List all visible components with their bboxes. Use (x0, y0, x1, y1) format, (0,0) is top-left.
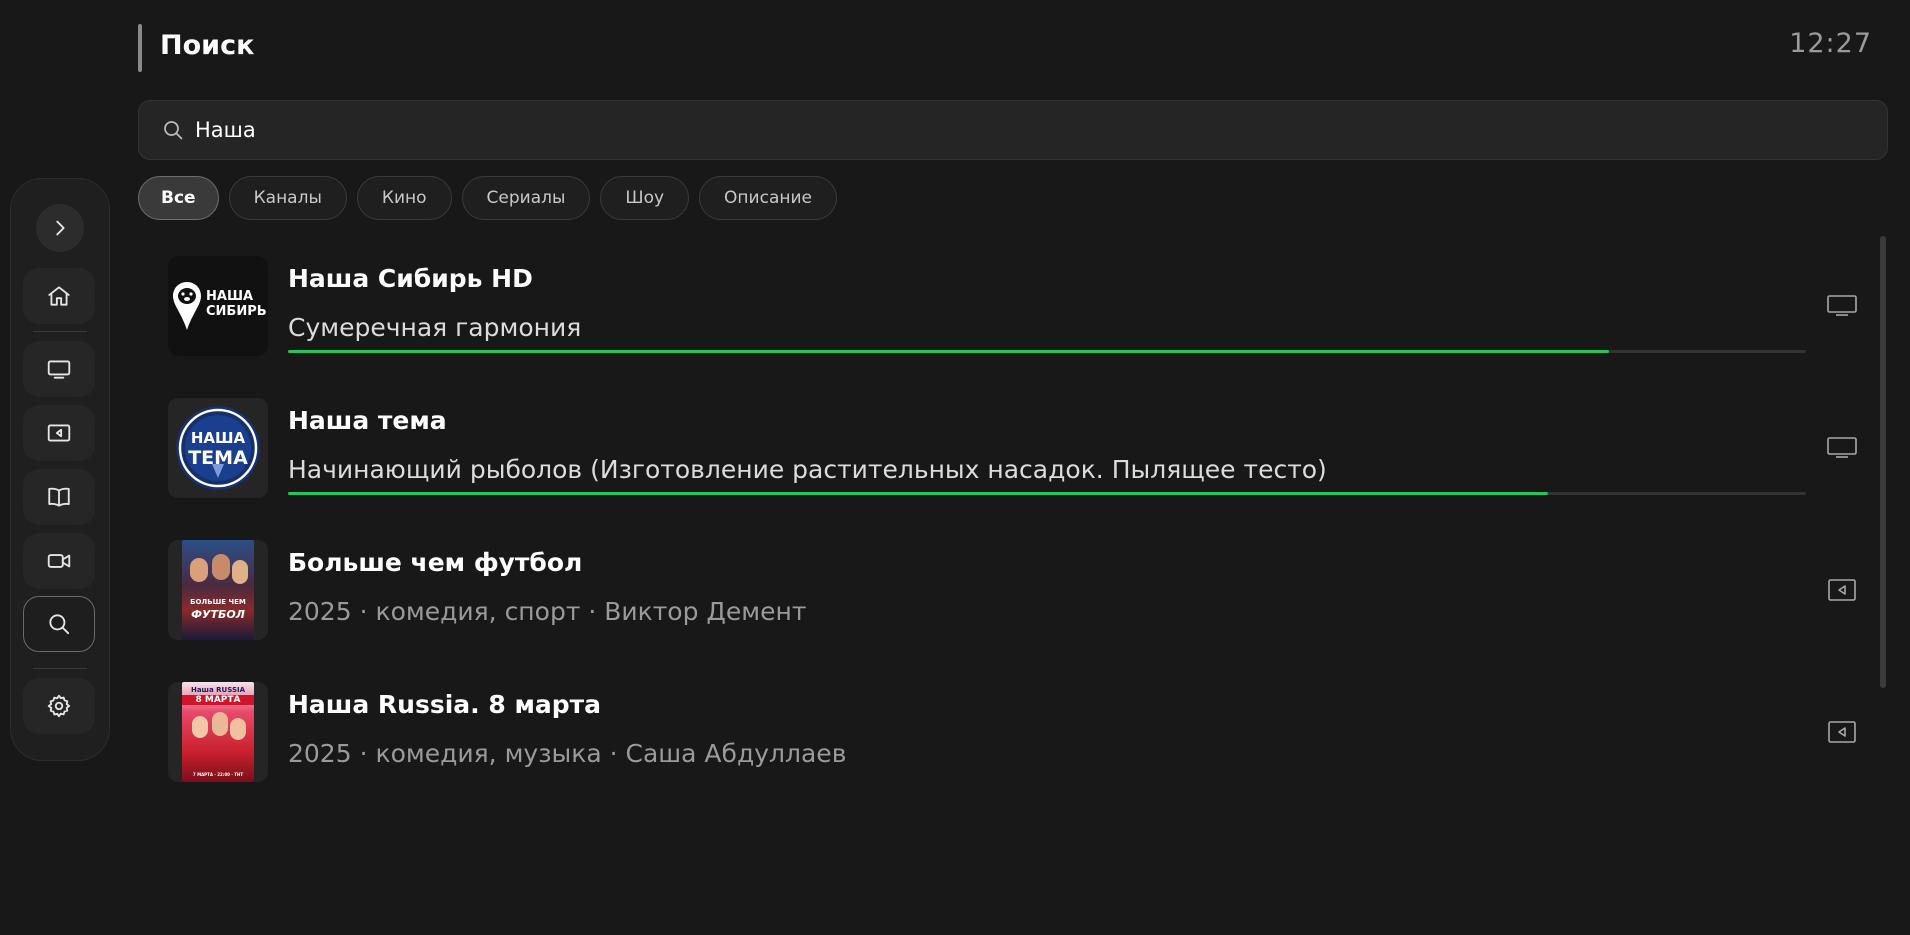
result-title: Наша Сибирь HD (288, 264, 533, 293)
tv-icon (47, 360, 71, 379)
scrollbar[interactable] (1880, 236, 1886, 688)
filter-chip-shows[interactable]: Шоу (600, 176, 690, 220)
result-item[interactable]: НАША СИБИРЬ Наша Сибирь HD Сумеречная га… (168, 256, 1868, 356)
result-item[interactable]: Наша RUSSIA 8 МАРТА 7 МАРТА · 22:00 · ТН… (168, 682, 1868, 782)
logo-text: СИБИРЬ (206, 304, 267, 319)
filter-chip-series[interactable]: Сериалы (461, 176, 591, 220)
chevron-right-icon (56, 220, 65, 236)
channel-logo: НАША СИБИРЬ (168, 256, 268, 356)
filter-chips: Все Каналы Кино Сериалы Шоу Описание (138, 176, 837, 220)
result-title: Больше чем футбол (288, 548, 583, 577)
sidebar-item-settings[interactable] (23, 678, 95, 734)
poster-text: Наша RUSSIA (190, 686, 246, 694)
app-window: Поиск 12:27 Все Каналы Кино Сериалы Шоу … (0, 0, 1910, 935)
progress-fill (288, 350, 1609, 353)
result-title: Наша тема (288, 406, 447, 435)
poster-text: БОЛЬШЕ ЧЕМ (190, 598, 246, 606)
filter-chip-movies[interactable]: Кино (356, 176, 452, 220)
poster-text: 7 МАРТА · 22:00 · ТНТ (192, 772, 244, 777)
search-input[interactable] (195, 101, 1845, 159)
channel-logo: НАША ТЕМА (168, 398, 268, 498)
clock: 12:27 (1789, 28, 1872, 59)
logo-text: НАША (206, 289, 254, 304)
result-item[interactable]: НАША ТЕМА Наша тема Начинающий рыболов (… (168, 398, 1868, 498)
movie-poster: Наша RUSSIA 8 МАРТА 7 МАРТА · 22:00 · ТН… (168, 682, 268, 782)
search-icon (161, 118, 185, 142)
sidebar-item-home[interactable] (23, 268, 95, 324)
gear-icon (47, 694, 71, 718)
page-title: Поиск (160, 30, 255, 61)
sidebar (10, 178, 110, 761)
result-item[interactable]: БОЛЬШЕ ЧЕМ ФУТБОЛ Больше чем футбол 2025… (168, 540, 1868, 640)
result-meta: 2025 · комедия, музыка · Саша Абдуллаев (288, 739, 847, 768)
sidebar-item-tv[interactable] (23, 341, 95, 397)
sidebar-item-movies[interactable] (23, 405, 95, 461)
poster-text: ФУТБОЛ (191, 608, 245, 621)
search-box[interactable] (138, 100, 1888, 160)
filter-chip-all[interactable]: Все (138, 176, 219, 220)
video-camera-icon (47, 554, 71, 568)
filter-chip-channels[interactable]: Каналы (228, 176, 347, 220)
book-icon (48, 487, 70, 507)
logo-text: НАША (190, 429, 246, 447)
search-icon (49, 614, 70, 635)
result-meta: 2025 · комедия, спорт · Виктор Демент (288, 597, 807, 626)
logo-text: ТЕМА (188, 447, 248, 469)
tv-icon (1826, 294, 1858, 318)
progress-bar (288, 350, 1806, 353)
poster-text: 8 МАРТА (182, 695, 254, 705)
result-subtitle: Начинающий рыболов (Изготовление растите… (288, 455, 1327, 484)
movie-icon (1826, 578, 1858, 602)
bear-logo-icon (173, 282, 201, 330)
sidebar-item-video[interactable] (23, 533, 95, 589)
movie-icon (1826, 720, 1858, 744)
progress-bar (288, 492, 1806, 495)
progress-fill (288, 492, 1548, 495)
result-title: Наша Russia. 8 марта (288, 690, 602, 719)
sidebar-toggle-button[interactable] (36, 204, 84, 252)
result-subtitle: Сумеречная гармония (288, 313, 582, 342)
tv-icon (1826, 436, 1858, 460)
filter-chip-description[interactable]: Описание (699, 176, 837, 220)
sidebar-item-search[interactable] (23, 596, 95, 652)
movie-icon (47, 424, 71, 442)
movie-poster: БОЛЬШЕ ЧЕМ ФУТБОЛ (168, 540, 268, 640)
sidebar-divider (33, 331, 87, 332)
sidebar-divider (33, 668, 87, 669)
sidebar-item-library[interactable] (23, 469, 95, 525)
title-accent-bar (138, 24, 142, 72)
home-icon (48, 286, 70, 306)
